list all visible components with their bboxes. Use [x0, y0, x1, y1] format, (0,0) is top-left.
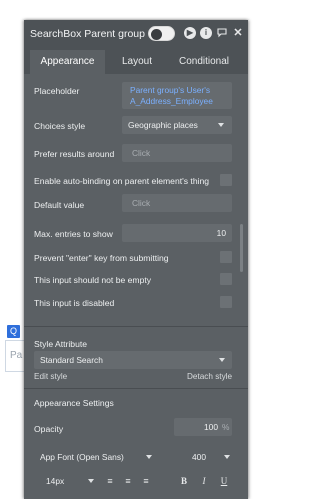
appearance-content: Placeholder Parent group's User's A_Addr…	[24, 74, 248, 499]
scrollbar[interactable]	[240, 224, 243, 272]
detach-style-link[interactable]: Detach style	[187, 372, 232, 381]
comment-icon[interactable]	[216, 27, 228, 39]
choices-style-label: Choices style	[34, 121, 86, 131]
divider	[24, 388, 248, 389]
opacity-value: 100	[204, 422, 218, 432]
search-icon[interactable]: Q	[7, 325, 20, 338]
font-weight-value: 400	[192, 452, 206, 462]
not-empty-label: This input should not be empty	[34, 275, 152, 285]
font-size-select[interactable]: 14px	[34, 472, 98, 490]
underline-button[interactable]: U	[218, 475, 230, 487]
not-empty-checkbox[interactable]	[220, 273, 232, 285]
default-value-placeholder: Click	[132, 198, 151, 208]
info-icon[interactable]: i	[200, 27, 212, 39]
divider	[24, 326, 248, 327]
opacity-input[interactable]: 100 %	[174, 418, 232, 436]
panel-titlebar[interactable]: SearchBox Parent group ▶ i ✕	[24, 20, 248, 48]
font-family-select[interactable]: App Font (Open Sans)	[34, 448, 164, 466]
align-left-icon[interactable]: ≡	[104, 475, 116, 487]
appearance-settings-label: Appearance Settings	[34, 398, 114, 408]
property-editor-panel: SearchBox Parent group ▶ i ✕ Appearance …	[24, 20, 248, 499]
auto-binding-label: Enable auto-binding on parent element's …	[34, 176, 210, 186]
placeholder-dynamic-value: Parent group's User's A_Address_Employee	[130, 85, 213, 106]
style-value: Standard Search	[40, 355, 103, 365]
prefer-results-placeholder: Click	[132, 148, 151, 158]
chevron-down-icon	[219, 358, 225, 362]
font-size-value: 14px	[46, 476, 65, 486]
formatting-toolbar: ≡ ≡ ≡ B I U	[104, 475, 244, 491]
tab-appearance[interactable]: Appearance	[30, 50, 105, 74]
style-attribute-label: Style Attribute	[34, 339, 88, 349]
placeholder-input[interactable]: Parent group's User's A_Address_Employee	[122, 82, 232, 109]
disabled-checkbox[interactable]	[220, 296, 232, 308]
max-entries-label: Max. entries to show	[34, 229, 113, 239]
tab-layout[interactable]: Layout	[105, 50, 169, 74]
italic-button[interactable]: I	[198, 475, 210, 487]
choices-style-value: Geographic places	[128, 120, 198, 130]
chevron-down-icon	[88, 479, 94, 483]
choices-style-select[interactable]: Geographic places	[122, 116, 232, 134]
screen: Q Pa SearchBox Parent group ▶ i ✕ Appear…	[0, 0, 273, 499]
opacity-unit: %	[222, 422, 230, 432]
max-entries-value: 10	[216, 228, 226, 238]
disabled-label: This input is disabled	[34, 298, 115, 308]
chevron-down-icon	[218, 123, 224, 127]
tab-conditional[interactable]: Conditional	[169, 50, 239, 74]
close-icon[interactable]: ✕	[232, 27, 244, 39]
prefer-results-label: Prefer results around	[34, 149, 115, 159]
chevron-down-icon	[224, 455, 230, 459]
prefer-results-input[interactable]: Click	[122, 144, 232, 162]
align-right-icon[interactable]: ≡	[140, 475, 152, 487]
background-input-placeholder: Pa	[10, 350, 23, 361]
placeholder-label: Placeholder	[34, 86, 80, 96]
play-icon[interactable]: ▶	[184, 27, 196, 39]
auto-binding-checkbox[interactable]	[220, 174, 232, 186]
style-select[interactable]: Standard Search	[34, 351, 232, 369]
panel-title: SearchBox Parent group	[30, 28, 145, 40]
default-value-label: Default value	[34, 200, 85, 210]
panel-tabs: Appearance Layout Conditional	[24, 50, 248, 74]
max-entries-input[interactable]: 10	[122, 224, 232, 242]
font-family-value: App Font (Open Sans)	[40, 452, 124, 462]
default-value-input[interactable]: Click	[122, 194, 232, 212]
toggle-icon[interactable]	[148, 26, 175, 41]
edit-style-link[interactable]: Edit style	[34, 372, 67, 381]
bold-button[interactable]: B	[178, 475, 190, 487]
align-center-icon[interactable]: ≡	[122, 475, 134, 487]
opacity-label: Opacity	[34, 424, 64, 434]
font-weight-select[interactable]: 400	[172, 448, 232, 466]
prevent-enter-checkbox[interactable]	[220, 251, 232, 263]
prevent-enter-label: Prevent "enter" key from submitting	[34, 253, 169, 263]
chevron-down-icon	[146, 455, 152, 459]
